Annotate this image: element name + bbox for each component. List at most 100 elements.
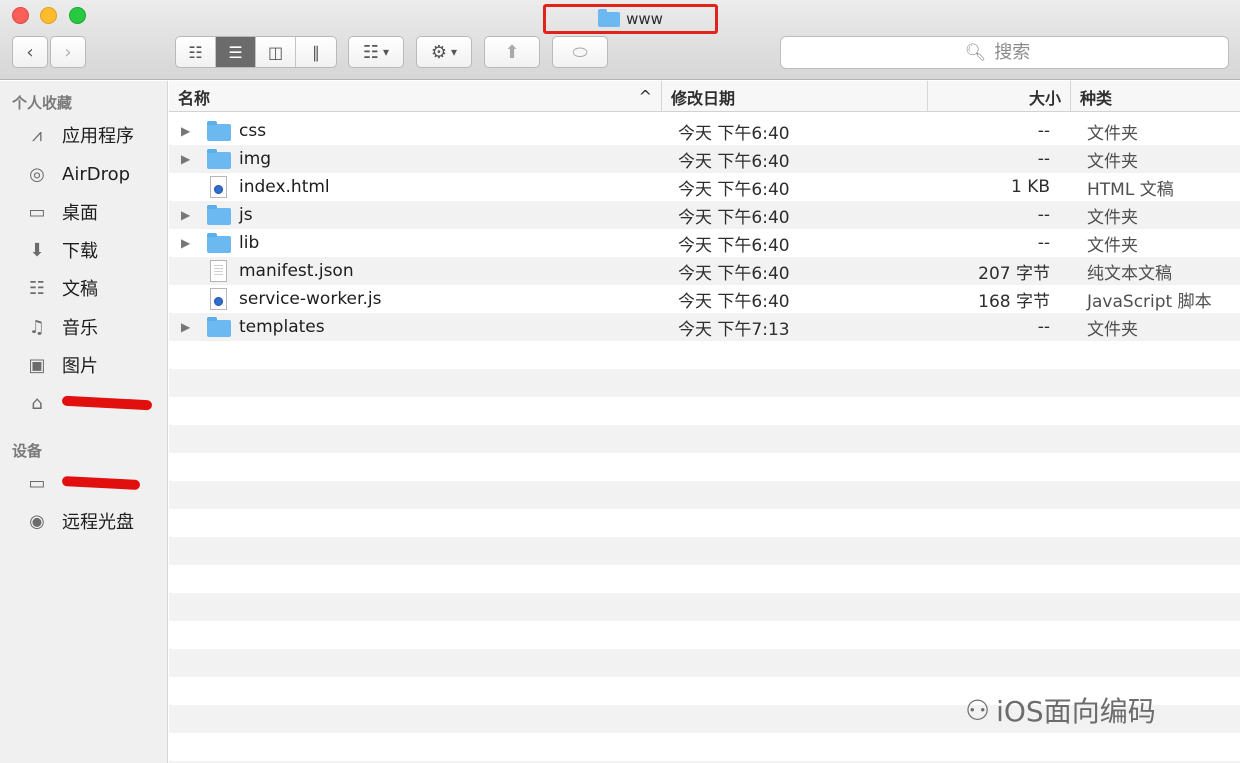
file-size: 207 字节 — [978, 263, 1050, 284]
disclosure-triangle-icon[interactable]: ▶ — [181, 117, 190, 145]
chevron-left-icon: ‹ — [26, 41, 34, 63]
column-view-button[interactable]: ◫ — [256, 37, 296, 67]
sidebar-item-remote-disc[interactable]: ◉ 远程光盘 — [22, 505, 134, 537]
sort-ascending-icon: ^ — [638, 87, 652, 106]
tag-icon: ⬭ — [572, 41, 588, 63]
redacted-label — [61, 475, 141, 491]
maximize-window-button[interactable] — [69, 7, 86, 24]
back-button[interactable]: ‹ — [12, 36, 48, 68]
search-input[interactable] — [994, 42, 1045, 63]
file-kind: 文件夹 — [1087, 123, 1138, 144]
column-label: 修改日期 — [671, 88, 736, 108]
pictures-icon: ▣ — [28, 354, 46, 376]
sidebar-item-music[interactable]: ♫ 音乐 — [22, 311, 98, 343]
file-size: -- — [1037, 205, 1050, 225]
file-size: -- — [1037, 149, 1050, 169]
file-list: 名称 ^ 修改日期 大小 种类 ▶ css 今天 下午6:40 -- 文件夹 ▶ img 今天… — [169, 81, 1240, 763]
file-kind: HTML 文稿 — [1087, 179, 1174, 200]
arrange-button[interactable]: ☷ ▾ — [348, 36, 404, 68]
empty-row — [169, 369, 1240, 397]
laptop-icon: ▭ — [28, 472, 46, 494]
view-switcher: ☷ ☰ ◫ ∥ — [175, 36, 337, 68]
sidebar-item-label: 图片 — [62, 356, 98, 377]
column-view-icon: ◫ — [267, 42, 284, 62]
sidebar-item-home[interactable]: ⌂ — [22, 387, 153, 419]
minimize-window-button[interactable] — [40, 7, 57, 24]
search-field[interactable]: 🔍︎ — [780, 36, 1229, 69]
file-row[interactable]: index.html 今天 下午6:40 1 KB HTML 文稿 — [169, 173, 1240, 201]
list-view-button[interactable]: ☰ — [216, 37, 256, 67]
tag-button[interactable]: ⬭ — [552, 36, 608, 68]
title-bar: www ‹ › ☷ ☰ ◫ ∥ ☷ ▾ ⚙ ▾ ⬆ ⬭ 🔍︎ — [0, 0, 1240, 80]
icon-view-button[interactable]: ☷ — [176, 37, 216, 67]
desktop-icon: ▭ — [28, 201, 46, 223]
file-size: 1 KB — [1010, 177, 1050, 197]
file-row[interactable]: ▶ templates 今天 下午7:13 -- 文件夹 — [169, 313, 1240, 341]
file-row[interactable]: manifest.json 今天 下午6:40 207 字节 纯文本文稿 — [169, 257, 1240, 285]
empty-row — [169, 733, 1240, 761]
home-icon: ⌂ — [31, 392, 43, 414]
sidebar-item-applications[interactable]: ⩘ 应用程序 — [22, 119, 134, 151]
cover-flow-button[interactable]: ∥ — [296, 37, 336, 67]
text-document-icon — [207, 260, 231, 282]
sidebar-item-pictures[interactable]: ▣ 图片 — [22, 349, 98, 381]
sidebar-item-airdrop[interactable]: ◎ AirDrop — [22, 158, 130, 190]
sidebar-item-label: AirDrop — [62, 163, 131, 185]
window-title: www — [543, 4, 718, 34]
sidebar-item-laptop[interactable]: ▭ — [22, 467, 141, 499]
forward-button[interactable]: › — [50, 36, 86, 68]
list-view-icon: ☰ — [228, 42, 243, 62]
empty-row — [169, 397, 1240, 425]
kind-column-header[interactable]: 种类 — [1071, 81, 1240, 112]
folder-icon — [207, 205, 231, 225]
file-size: -- — [1037, 317, 1050, 337]
name-column-header[interactable]: 名称 ^ — [169, 81, 662, 112]
file-row[interactable]: ▶ css 今天 下午6:40 -- 文件夹 — [169, 117, 1240, 145]
file-row[interactable]: ▶ img 今天 下午6:40 -- 文件夹 — [169, 145, 1240, 173]
close-window-button[interactable] — [12, 7, 29, 24]
disclosure-triangle-icon[interactable]: ▶ — [181, 313, 190, 341]
sidebar-item-label: 音乐 — [62, 318, 98, 339]
folder-icon — [207, 121, 231, 141]
file-size: -- — [1037, 121, 1050, 141]
file-row[interactable]: ▶ js 今天 下午6:40 -- 文件夹 — [169, 201, 1240, 229]
devices-header: 设备 — [12, 442, 43, 460]
disclosure-triangle-icon[interactable]: ▶ — [181, 201, 190, 229]
file-kind: 文件夹 — [1087, 207, 1138, 228]
empty-row — [169, 593, 1240, 621]
sidebar-item-label: 下载 — [62, 241, 98, 262]
file-size: -- — [1037, 233, 1050, 253]
disclosure-triangle-icon[interactable]: ▶ — [181, 229, 190, 257]
chevron-right-icon: › — [64, 41, 72, 63]
arrange-icon: ☷ — [362, 41, 380, 63]
folder-icon — [207, 317, 231, 337]
sidebar-item-desktop[interactable]: ▭ 桌面 — [22, 196, 98, 228]
sidebar-item-label: 文稿 — [62, 279, 98, 300]
file-name: manifest.json — [239, 261, 354, 281]
file-name: img — [239, 149, 272, 169]
sidebar-item-documents[interactable]: ☷ 文稿 — [22, 272, 98, 304]
empty-row — [169, 649, 1240, 677]
disclosure-triangle-icon[interactable]: ▶ — [181, 145, 190, 173]
action-button[interactable]: ⚙ ▾ — [416, 36, 472, 68]
web-document-icon — [207, 288, 231, 310]
web-document-icon — [207, 176, 231, 198]
file-date: 今天 下午6:40 — [678, 235, 790, 256]
share-icon: ⬆ — [504, 41, 520, 63]
share-button[interactable]: ⬆ — [484, 36, 540, 68]
watermark: ⚇ iOS面向编码 — [965, 690, 1156, 730]
file-name: js — [239, 205, 253, 225]
file-row[interactable]: ▶ lib 今天 下午6:40 -- 文件夹 — [169, 229, 1240, 257]
file-kind: 文件夹 — [1087, 151, 1138, 172]
sidebar-item-downloads[interactable]: ⬇ 下载 — [22, 234, 98, 266]
size-column-header[interactable]: 大小 — [928, 81, 1071, 112]
date-column-header[interactable]: 修改日期 — [662, 81, 928, 112]
empty-row — [169, 509, 1240, 537]
file-name: lib — [239, 233, 260, 253]
file-kind: 纯文本文稿 — [1087, 263, 1172, 284]
file-kind: 文件夹 — [1087, 235, 1138, 256]
folder-icon — [207, 149, 231, 169]
column-label: 种类 — [1080, 88, 1113, 108]
file-row[interactable]: service-worker.js 今天 下午6:40 168 字节 JavaScri… — [169, 285, 1240, 313]
list-header: 名称 ^ 修改日期 大小 种类 — [169, 81, 1240, 112]
